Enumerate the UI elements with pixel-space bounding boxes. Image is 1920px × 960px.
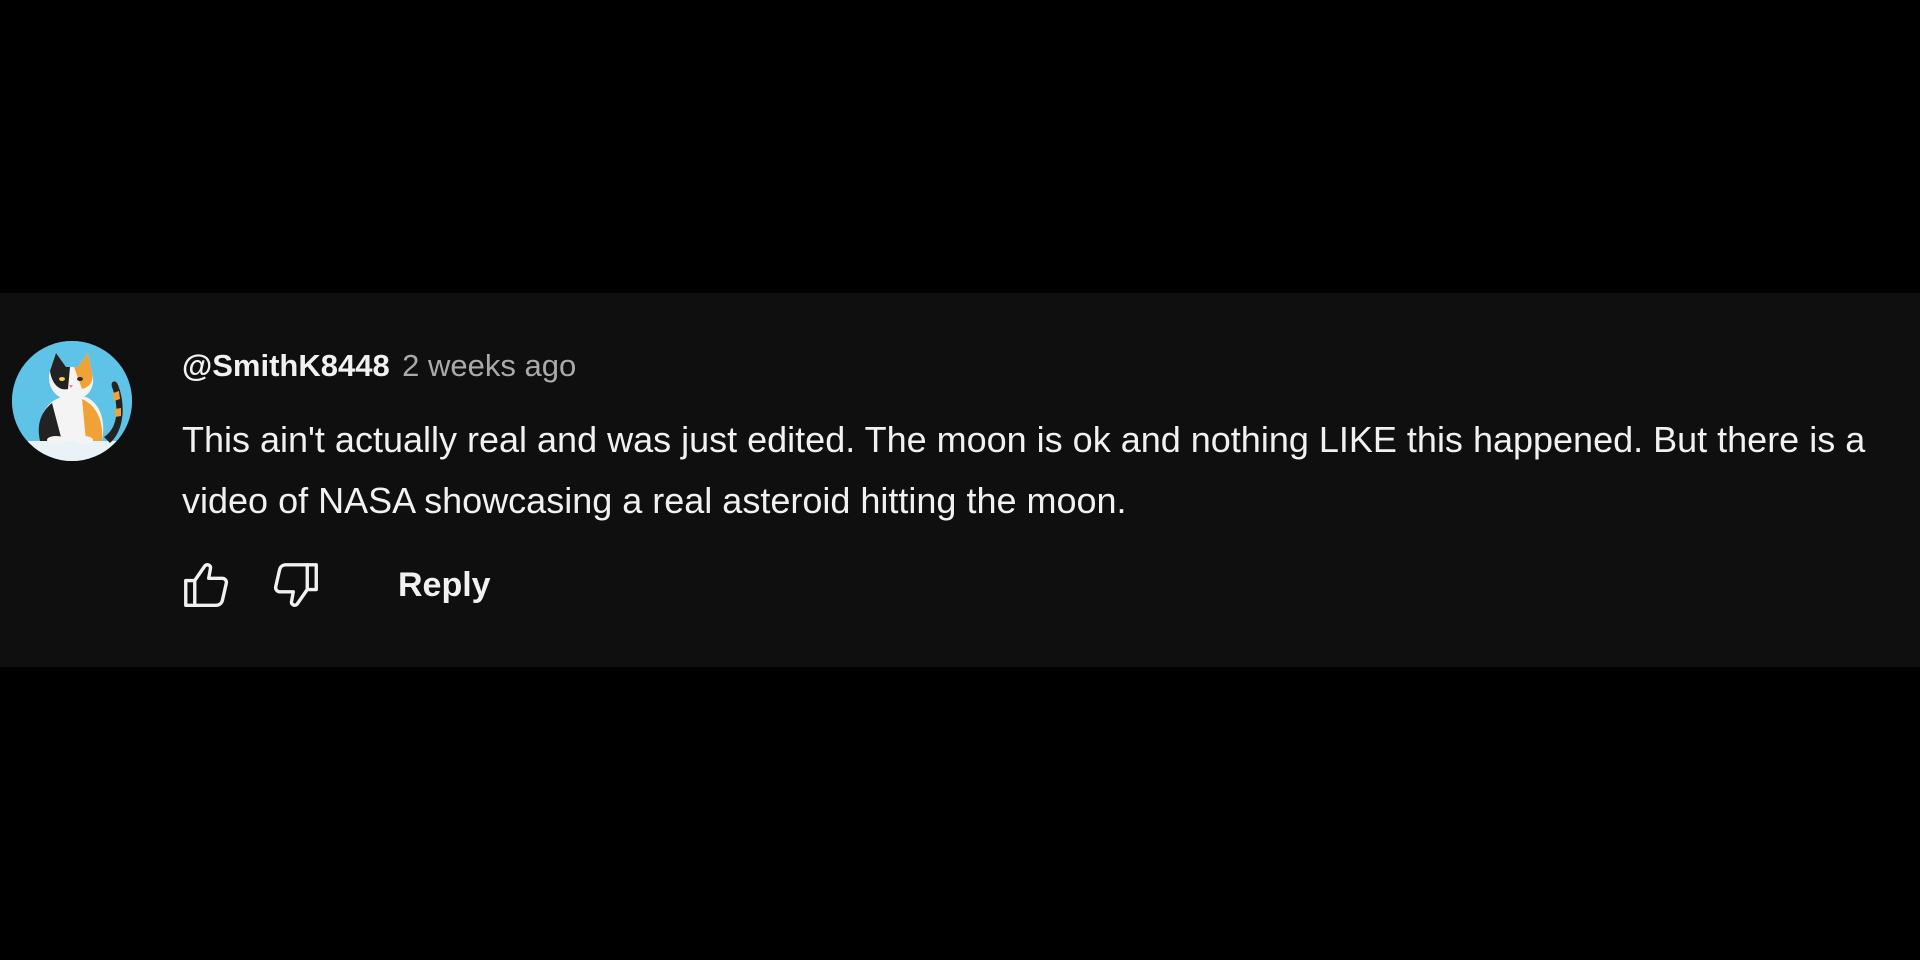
- comment-author[interactable]: @SmithK8448: [182, 348, 390, 383]
- dislike-button[interactable]: [264, 555, 328, 615]
- comment-header: @SmithK8448 2 weeks ago: [182, 347, 576, 391]
- reply-button[interactable]: Reply: [390, 555, 499, 615]
- page: @SmithK8448 2 weeks ago This ain't actua…: [0, 0, 1920, 960]
- thumbs-down-icon: [273, 563, 318, 607]
- comment-text: This ain't actually real and was just ed…: [182, 419, 1866, 521]
- avatar[interactable]: [12, 341, 132, 461]
- like-button[interactable]: [174, 555, 238, 615]
- calico-cat-icon: [12, 341, 132, 461]
- comment-card: @SmithK8448 2 weeks ago This ain't actua…: [0, 293, 1920, 667]
- comment-timestamp[interactable]: 2 weeks ago: [402, 348, 576, 383]
- comment-actions: Reply: [174, 555, 499, 615]
- thumbs-up-icon: [184, 563, 229, 607]
